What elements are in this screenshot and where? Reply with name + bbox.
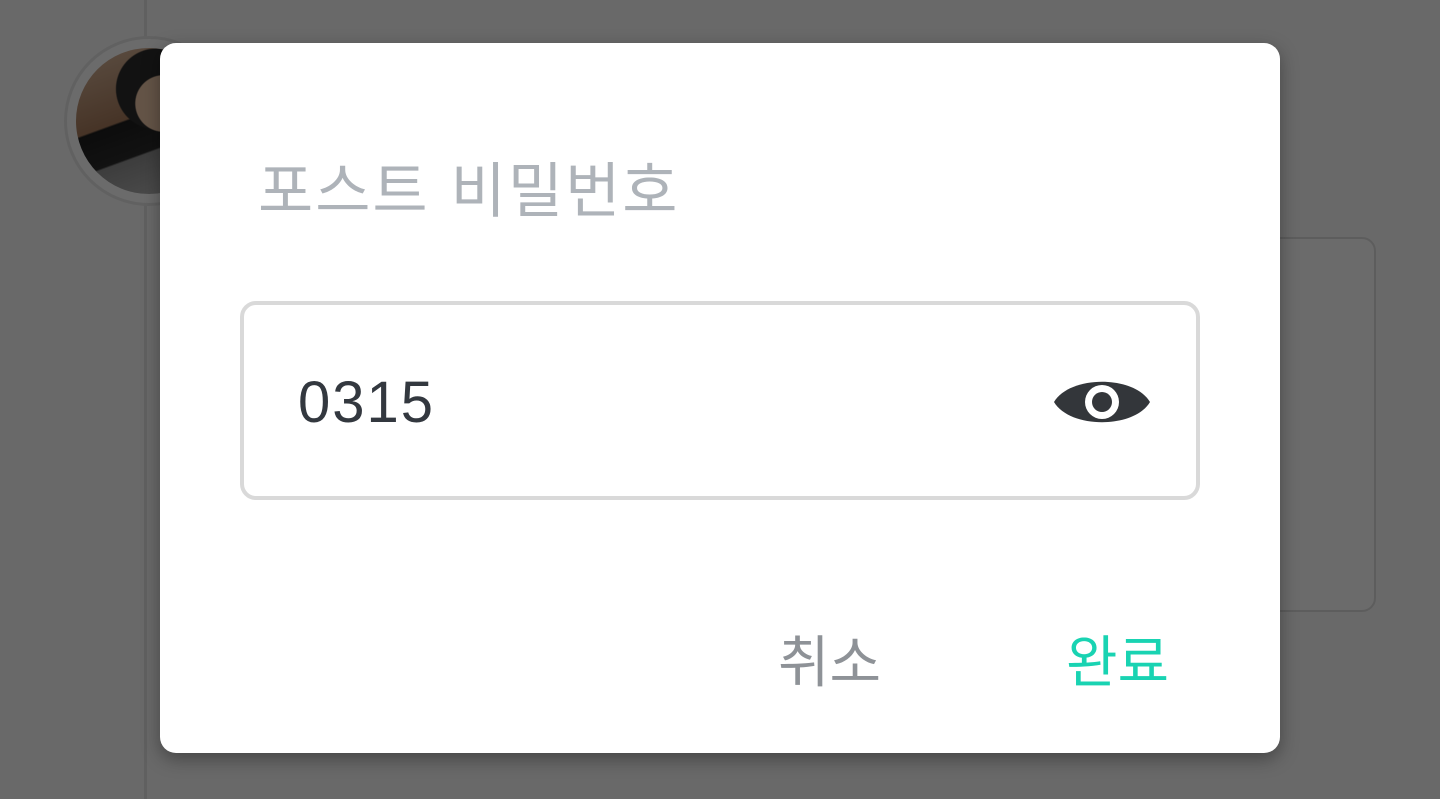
cancel-button[interactable]: 취소: [778, 618, 881, 698]
dialog-title: 포스트 비밀번호: [258, 157, 680, 227]
post-password-dialog: 포스트 비밀번호 0315 취소 완료: [160, 43, 1280, 753]
password-value[interactable]: 0315: [298, 369, 435, 436]
eye-icon[interactable]: [1052, 367, 1152, 437]
password-field[interactable]: 0315: [240, 301, 1200, 500]
done-button[interactable]: 완료: [1066, 618, 1169, 698]
